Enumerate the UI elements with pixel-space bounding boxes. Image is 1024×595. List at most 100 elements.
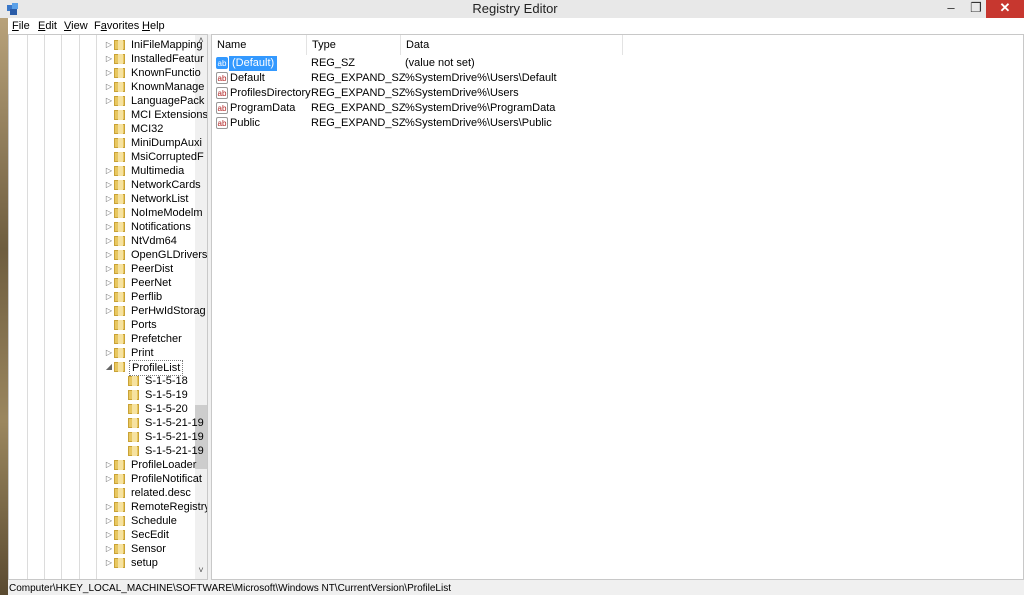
tree-node-label: PeerDist: [131, 263, 174, 275]
tree-expander-icon[interactable]: ▷: [104, 262, 114, 276]
scroll-down-arrow-icon[interactable]: ˅: [195, 565, 207, 575]
tree-node-label: SecEdit: [131, 529, 169, 541]
tree-node-label: ProfileNotificat: [131, 473, 202, 485]
tree-expander-icon[interactable]: ▷: [104, 52, 114, 66]
folder-icon: [128, 404, 139, 414]
value-name: ProgramData: [230, 102, 296, 114]
tree-node-label: Schedule: [131, 515, 177, 527]
tree-expander-icon[interactable]: ▷: [104, 192, 114, 206]
tree-expander-icon[interactable]: ▷: [104, 458, 114, 472]
tree-expander-icon[interactable]: ▷: [104, 94, 114, 108]
tree-expander-icon[interactable]: ▷: [104, 164, 114, 178]
tree-node-label: IniFileMapping: [131, 39, 203, 51]
tree-expander-icon[interactable]: ▷: [104, 346, 114, 360]
value-type: REG_EXPAND_SZ: [311, 87, 406, 99]
folder-icon: [114, 334, 125, 344]
tree-expander-icon[interactable]: ▷: [104, 276, 114, 290]
folder-icon: [114, 474, 125, 484]
tree-node-label: KnownFunctio: [131, 67, 201, 79]
tree-expander-icon[interactable]: ▷: [104, 234, 114, 248]
menu-file[interactable]: File: [12, 18, 30, 34]
folder-icon: [114, 348, 125, 358]
maximize-button[interactable]: ❐: [964, 0, 988, 18]
tree-node-label: Perflib: [131, 291, 163, 303]
value-name: Public: [230, 117, 260, 129]
tree-expander-icon[interactable]: ▷: [104, 556, 114, 570]
folder-icon: [114, 278, 125, 288]
close-button[interactable]: ✕: [986, 0, 1024, 18]
tree-guide-line: [44, 35, 45, 579]
tree-node-label: MsiCorruptedF: [131, 151, 204, 163]
registry-value-row[interactable]: ab ProfilesDirectory REG_EXPAND_SZ %SystemD…: [212, 86, 1023, 101]
tree-node-label: PerHwIdStorag: [131, 305, 206, 317]
tree-expander-icon[interactable]: ▷: [104, 528, 114, 542]
folder-icon: [114, 544, 125, 554]
tree-node-label: NetworkCards: [131, 179, 201, 191]
tree-node-label: NoImeModelm: [131, 207, 203, 219]
title-bar[interactable]: Registry Editor – ❐ ✕: [0, 0, 1024, 18]
registry-value-row[interactable]: ab Default REG_EXPAND_SZ %SystemDrive%\User…: [212, 71, 1023, 86]
tree-expander-icon[interactable]: ▷: [104, 206, 114, 220]
tree-expander-icon[interactable]: ▷: [104, 220, 114, 234]
folder-icon: [114, 222, 125, 232]
folder-icon: [114, 194, 125, 204]
folder-icon: [114, 236, 125, 246]
registry-value-row[interactable]: ab ProgramData REG_EXPAND_SZ %SystemDrive%\…: [212, 101, 1023, 116]
folder-icon: [114, 264, 125, 274]
tree-expander-icon[interactable]: ▷: [104, 304, 114, 318]
tree-expander-icon[interactable]: ▷: [104, 290, 114, 304]
tree-expander-icon[interactable]: ▷: [104, 542, 114, 556]
column-header-name[interactable]: Name: [212, 35, 307, 55]
tree-expander-icon[interactable]: ▷: [104, 514, 114, 528]
column-header-type[interactable]: Type: [307, 35, 401, 55]
tree-node-label: setup: [131, 557, 158, 569]
registry-tree-pane[interactable]: ˄ ˅ ▷ IniFileMapping ▷ InstalledFeatur ▷ Know…: [8, 34, 208, 580]
folder-icon: [114, 530, 125, 540]
tree-expander-icon[interactable]: ▷: [104, 500, 114, 514]
string-value-icon: ab: [216, 102, 228, 114]
tree-expander-icon[interactable]: ▷: [104, 38, 114, 52]
tree-node-label: Prefetcher: [131, 333, 182, 345]
tree-expander-icon[interactable]: ▷: [104, 248, 114, 262]
value-type: REG_SZ: [311, 57, 356, 69]
string-value-icon: ab: [216, 117, 228, 129]
folder-icon: [128, 446, 139, 456]
folder-icon: [114, 558, 125, 568]
folder-icon: [128, 390, 139, 400]
tree-expander-icon[interactable]: ▷: [104, 178, 114, 192]
column-header-data[interactable]: Data: [401, 35, 623, 55]
tree-node-label: Ports: [131, 319, 157, 331]
tree-node-label: MCI Extensions: [131, 109, 208, 121]
menu-favorites-text: F: [94, 20, 101, 32]
folder-icon: [114, 460, 125, 470]
menu-favorites[interactable]: Favorites: [94, 18, 139, 34]
tree-node-label: Sensor: [131, 543, 166, 555]
tree-expander-icon[interactable]: ▷: [104, 80, 114, 94]
tree-node-label: MiniDumpAuxi: [131, 137, 202, 149]
value-type: REG_EXPAND_SZ: [311, 102, 406, 114]
folder-icon: [114, 166, 125, 176]
menu-view-text-rest: iew: [71, 20, 88, 32]
registry-value-row[interactable]: ab Public REG_EXPAND_SZ %SystemDrive%\Users…: [212, 116, 1023, 131]
minimize-button[interactable]: –: [938, 0, 964, 18]
string-value-icon: ab: [216, 87, 228, 99]
value-type: REG_EXPAND_SZ: [311, 72, 406, 84]
menu-edit[interactable]: Edit: [38, 18, 57, 34]
tree-guide-line: [61, 35, 62, 579]
folder-icon: [114, 292, 125, 302]
status-bar-path: Computer\HKEY_LOCAL_MACHINE\SOFTWARE\Mic…: [8, 582, 1024, 595]
tree-node-label: related.desc: [131, 487, 191, 499]
registry-values-pane[interactable]: Name Type Data ab (Default) REG_SZ (value n…: [211, 34, 1024, 580]
menu-file-access-key: F: [12, 20, 19, 32]
folder-icon: [114, 110, 125, 120]
value-name: ProfilesDirectory: [230, 87, 311, 99]
tree-expander-icon[interactable]: ▷: [104, 472, 114, 486]
tree-expander-icon[interactable]: ◢: [104, 360, 114, 374]
menu-favorites-text-rest: vorites: [106, 20, 140, 32]
tree-node-label: LanguagePack: [131, 95, 205, 107]
menu-view[interactable]: View: [64, 18, 88, 34]
registry-value-row[interactable]: ab (Default) REG_SZ (value not set): [212, 56, 1023, 71]
menu-help[interactable]: Help: [142, 18, 165, 34]
folder-icon: [128, 432, 139, 442]
tree-expander-icon[interactable]: ▷: [104, 66, 114, 80]
